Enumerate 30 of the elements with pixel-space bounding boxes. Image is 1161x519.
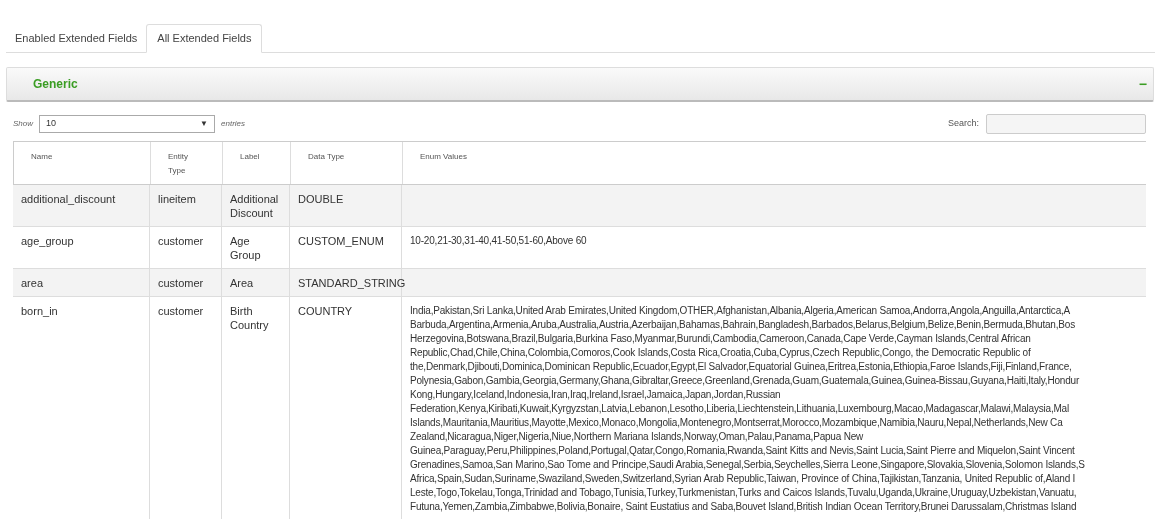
table-cell-text: DOUBLE (298, 192, 345, 206)
search-label: Search: (947, 117, 979, 131)
table-cell-text: customer (158, 234, 205, 248)
search-field[interactable] (986, 114, 1146, 134)
table-cell-text: customer (158, 304, 205, 318)
table-cell-text: additional_discount (21, 192, 117, 206)
show-label: Show (13, 118, 33, 130)
table-cell-text: area (21, 276, 45, 290)
table-cell-text: lineitem (158, 192, 197, 206)
table-cell-text: customer (158, 276, 205, 290)
tab[interactable]: Enabled Extended Fields (6, 24, 147, 52)
column-header: Data Type (308, 151, 346, 163)
entries-select[interactable]: 10 ▼ (39, 115, 215, 133)
tab[interactable]: All Extended Fields (146, 24, 263, 53)
panel-title: Generic (33, 76, 78, 93)
column-header: Entity Type (168, 151, 189, 177)
table-cell-text: Birth Country (230, 304, 270, 332)
table-cell-text: India,Pakistan,Sri Lanka,United Arab Emirates,United Kingdom,OTHER,Afghanistan,Albania,Algeria,American Samoa,Andorra,Angola,Anguilla,Antarctica,A Barbuda,Argentina,Armenia,Aruba,Australia,Austria,Azerbaijan,Bahamas,Bahrain,Bangladesh,Barbados,Belarus,Belgium,Belize,Benin,Bermuda,Bhutan,Bos Herzegovina,Botswana,Brazil,Bulgaria,Burkina Faso,Myanmar,Burundi,Cambodia,Cameroon,Canada,Cape Verde,Cayman Islands,Central African Republic,Chad,Chile,China,Colombia,Comoros,Cook Islands,Costa Rica,Croatia,Cuba,Cyprus,Czech Republic,Congo, the Democratic Republic of the,Denmark,Djibouti,Dominica,Dominican Republic,Ecuador,Egypt,El Salvador,Equatorial Guinea,Eritrea,Estonia,Ethiopia,Faroe Islands,Fiji,Finland,France, Polynesia,Gabon,Gambia,Georgia,Germany,Ghana,Gibraltar,Greece,Greenland,Grenada,Guam,Guatemala,Guinea,Guinea-Bissau,Guyana,Haiti,Italy,Hondur Kong,Hungary,Iceland,Indonesia,Iran,Iraq,Ireland,Israel,Jamaica,Japan,Jordan,Russian Federation,Kenya,Kiribati,Kuwait,Kyrgyzstan,Latvia,Lebanon,Lesotho,Liberia,Liechtenstein,Lithuania,Luxembourg,Macao,Madagascar,Malawi,Malaysia,Mal Islands,Mauritania,Mauritius,Mayotte,Mexico,Monaco,Mongolia,Montenegro,Montserrat,Morocco,Mozambique,Namibia,Nauru,Nepal,Netherlands,New Ca Zealand,Nicaragua,Niger,Nigeria,Niue,Northern Mariana Islands,Norway,Oman,Palau,Panama,Papua New Guinea,Paraguay,Peru,Philippines,Poland,Portugal,Qatar,Congo,Romania,Rwanda,Saint Kitts and Nevis,Saint Lucia,Saint Pierre and Miquelon,Saint Vincent Grenadines,Samoa,San Marino,Sao Tome and Principe,Saudi Arabia,Senegal,Serbia,Seychelles,Sierra Leone,Singapore,Slovakia,Slovenia,Solomon Islands,S Africa,Spain,Sudan,Suriname,Swaziland,Sweden,Switzerland,Syrian Arab Republic,Taiwan, Province of China,Tajikistan,Tanzania, United Republic of,Aland I Leste,Togo,Tokelau,Tonga,Trinidad and Tobago,Tunisia,Turkey,Turkmenistan,Turks and Caicos Islands,Tuvalu,Uganda,Ukraine,Uruguay,Uzbekistan,Vanuatu, Futuna,Yemen,Zambia,Zimbabwe,Bolivia,Bonaire, Saint Eustatius and Saba,Bouvet Island,British Indian Ocean Territory,Brunei Darussalam,Christmas Island (410, 304, 1086, 514)
table-cell-text: age_group (21, 234, 75, 248)
table-cell-text: Age Group (230, 234, 262, 262)
entries-label: entries (221, 118, 246, 130)
column-header: Name (31, 151, 54, 163)
column-header: Enum Values (420, 151, 468, 163)
table-cell-text: CUSTOM_ENUM (298, 234, 385, 248)
table-cell-text: Additional Discount (230, 192, 280, 220)
table-cell-text: born_in (21, 304, 59, 318)
column-header: Label (240, 151, 261, 163)
table-cell-text: Area (230, 276, 255, 290)
table-cell-text: 10-20,21-30,31-40,41-50,51-60,Above 60 (410, 234, 588, 248)
table-cell-text: COUNTRY (298, 304, 354, 318)
